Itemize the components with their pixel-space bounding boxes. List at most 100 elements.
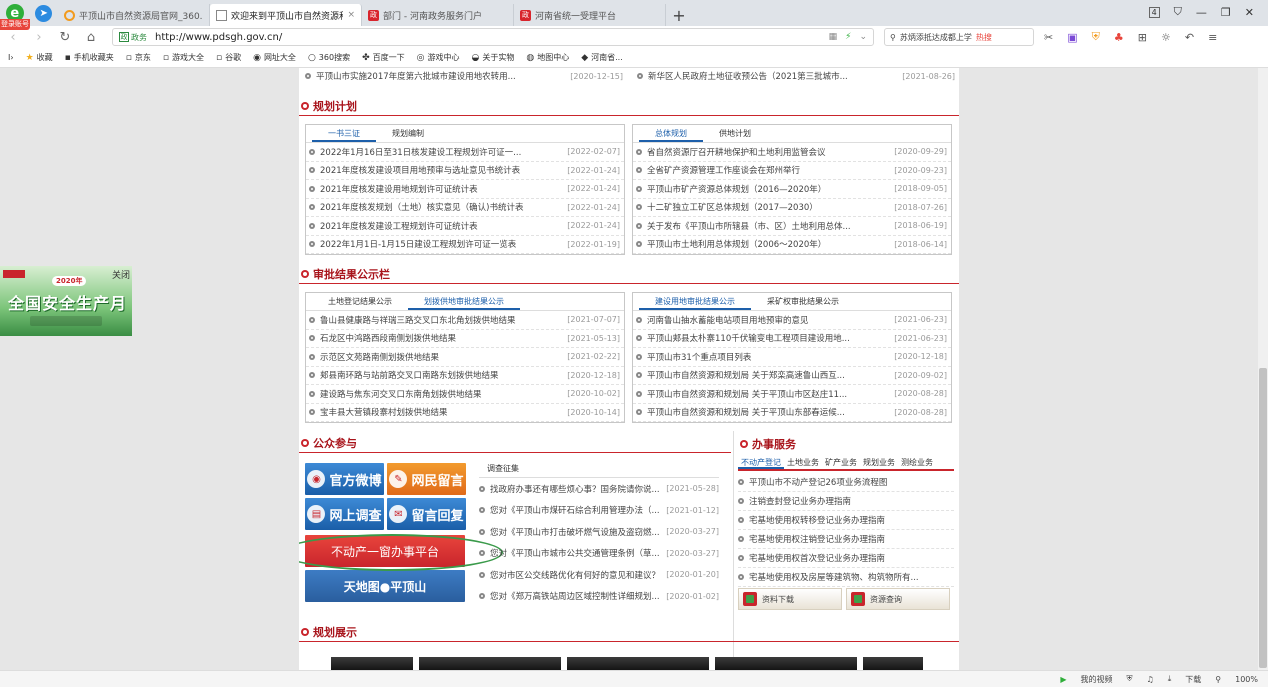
item-text[interactable]: 2021年度核发建设工程规划许可证统计表 [320, 220, 563, 232]
apps-icon[interactable]: ⊞ [1138, 31, 1147, 44]
item-text[interactable]: 宅基地使用权注销登记业务办理指南 [749, 533, 954, 545]
item-text[interactable]: 新华区人民政府土地征收预公告（2021第三批城市... [648, 70, 898, 82]
item-text[interactable]: 平顶山市实施2017年度第六批城市建设用地农转用... [316, 70, 566, 82]
page-scrollbar[interactable] [1258, 68, 1268, 670]
item-text[interactable]: 您对《平顶山市城市公共交通管理条例（草... [490, 547, 662, 559]
list-item[interactable]: 宅基地使用权转移登记业务办理指南 [738, 511, 954, 530]
scrollbar-thumb[interactable] [1259, 368, 1267, 668]
list-item[interactable]: 新华区人民政府土地征收预公告（2021第三批城市... [2021-08-26] [637, 68, 955, 84]
lightning-icon[interactable]: ⚡ [845, 32, 851, 42]
item-text[interactable]: 鲁山县健康路与祥瑞三路交叉口东北角划拨供地结果 [320, 314, 563, 326]
zoom-icon[interactable]: ⚲ [1215, 675, 1221, 684]
list-item[interactable]: 宝丰县大营镇段寨村划拨供地结果 [2020-10-14] [306, 404, 624, 422]
window-count-badge[interactable]: 4 [1148, 6, 1160, 18]
item-text[interactable]: 平顶山市自然资源和规划局 关于郑栾高速鲁山西互... [647, 369, 890, 381]
browser-tab-1[interactable]: 平顶山市自然资源局官网_360... [58, 4, 210, 26]
tab-planning-business[interactable]: 规划业务 [860, 455, 898, 469]
tianditu-button[interactable]: 天地图●平顶山 [305, 570, 465, 602]
list-item[interactable]: 平顶山市自然资源和规划局 关于平顶山市区赵庄11... [2020-08-28] [633, 385, 951, 404]
item-text[interactable]: 平顶山市不动产登记26项业务流程图 [749, 476, 954, 488]
tab-master-plan[interactable]: 总体规划 [639, 126, 703, 142]
list-item[interactable]: 全省矿产资源管理工作座谈会在郑州举行 [2020-09-23] [633, 162, 951, 180]
item-text[interactable]: 建设路与焦东河交叉口东南角划拨供地结果 [320, 388, 563, 400]
list-item[interactable]: 宅基地使用权注销登记业务办理指南 [738, 530, 954, 549]
resource-query-button[interactable]: 资源查询 [846, 588, 950, 610]
list-item[interactable]: 注销查封登记业务办理指南 [738, 492, 954, 511]
bookmark-map[interactable]: ◍ 地图中心 [526, 52, 569, 63]
bookmark-about[interactable]: ◒ 关于实物 [471, 52, 514, 63]
section-title-planning[interactable]: 规划计划 [301, 98, 357, 114]
item-text[interactable]: 找政府办事还有哪些烦心事？国务院请你说... [490, 483, 662, 495]
speaker-icon[interactable]: ♫ [1147, 675, 1154, 684]
minimize-icon[interactable]: — [1196, 6, 1207, 19]
item-text[interactable]: 石龙区中鸿路西段南侧划拨供地结果 [320, 332, 563, 344]
showcase-photo[interactable] [331, 657, 413, 670]
showcase-photo[interactable] [715, 657, 857, 670]
item-text[interactable]: 您对《平顶山市煤矸石综合利用管理办法（... [490, 504, 662, 516]
tab-allocation-approval[interactable]: 划拨供地审批结果公示 [408, 294, 520, 310]
reply-button[interactable]: ✉ 留言回复 [387, 498, 466, 530]
browser-tab-2[interactable]: 欢迎来到平顶山市自然资源和规... × [210, 4, 362, 26]
tab-survey-collection[interactable]: 调查征集 [479, 461, 527, 477]
item-text[interactable]: 宅基地使用权首次登记业务办理指南 [749, 552, 954, 564]
download-button[interactable]: 资料下载 [738, 588, 842, 610]
download-icon[interactable]: ⤓ [1168, 674, 1172, 684]
game-icon[interactable]: ♣ [1114, 31, 1124, 44]
list-item[interactable]: 建设路与焦东河交叉口东南角划拨供地结果 [2020-10-02] [306, 385, 624, 404]
item-text[interactable]: 您对《平顶山市打击破坏燃气设施及盗窃燃... [490, 526, 662, 538]
list-item[interactable]: 石龙区中鸿路西段南侧划拨供地结果 [2021-05-13] [306, 330, 624, 348]
scissors-icon[interactable]: ✂ [1044, 31, 1053, 44]
list-item[interactable]: 鲁山县健康路与祥瑞三路交叉口东北角划拨供地结果 [2021-07-07] [306, 311, 624, 330]
bookmark-henan[interactable]: ◆ 河南省... [581, 52, 623, 63]
section-title-affairs[interactable]: 办事服务 [740, 436, 796, 452]
list-item[interactable]: 宅基地使用权首次登记业务办理指南 [738, 549, 954, 568]
item-text[interactable]: 全省矿产资源管理工作座谈会在郑州举行 [647, 164, 890, 176]
item-text[interactable]: 平顶山市自然资源和规划局 关于平顶山东部春运候... [647, 406, 890, 418]
showcase-photo[interactable] [863, 657, 923, 670]
item-text[interactable]: 平顶山市31个重点项目列表 [647, 351, 890, 363]
list-item[interactable]: 2022年1月16日至31日核发建设工程规划许可证一... [2022-02-07… [306, 143, 624, 162]
bookmark-toggle-icon[interactable]: I› [8, 53, 14, 62]
item-text[interactable]: 宝丰县大营镇段寨村划拨供地结果 [320, 406, 563, 418]
item-text[interactable]: 2022年1月1日-1月15日建设工程规划许可证一览表 [320, 238, 563, 250]
list-item[interactable]: 宅基地使用权及房屋等建筑物、构筑物所有... [738, 568, 954, 587]
list-item[interactable]: 河南鲁山抽水蓄能电站项目用地预审的意见 [2021-06-23] [633, 311, 951, 330]
tab-plan-compile[interactable]: 规划编制 [376, 126, 440, 142]
showcase-photo[interactable] [419, 657, 561, 670]
item-text[interactable]: 宅基地使用权及房屋等建筑物、构筑物所有... [749, 571, 954, 583]
url-text[interactable]: http://www.pdsgh.gov.cn/ [155, 32, 829, 43]
item-text[interactable]: 您对市区公交线路优化有何好的意见和建议？ [490, 569, 662, 581]
bookmark-game-center[interactable]: ◎ 游戏中心 [417, 52, 460, 63]
url-field[interactable]: 政 政务 http://www.pdsgh.gov.cn/ ▦ ⚡ ⌄ [112, 28, 874, 46]
item-text[interactable]: 平顶山市矿产资源总体规划（2016—2020年） [647, 183, 890, 195]
bookmark-favorites[interactable]: ★ 收藏 [26, 52, 53, 63]
tab-mineral-business[interactable]: 矿产业务 [822, 455, 860, 469]
zoom-level[interactable]: 100% [1235, 675, 1258, 684]
menu-icon[interactable]: ≡ [1208, 31, 1217, 44]
list-item[interactable]: 您对《平顶山市城市公共交通管理条例（草... [2020-03-27] [479, 543, 719, 565]
shirt-icon[interactable]: ⛉ [1174, 5, 1182, 19]
list-item[interactable]: 平顶山市自然资源和规划局 关于郑栾高速鲁山西互... [2020-09-02] [633, 367, 951, 385]
grid-icon[interactable]: ▦ [829, 32, 838, 42]
search-box[interactable]: ⚲ 苏炳添抵达成都上学 热搜 [884, 28, 1034, 46]
tab-realestate-registration[interactable]: 不动产登记 [738, 455, 784, 469]
new-tab-button[interactable]: + [666, 4, 692, 26]
list-item[interactable]: 2021年度核发建设用地规划许可证统计表 [2022-01-24] [306, 180, 624, 199]
item-text[interactable]: 省自然资源厅召开耕地保护和土地利用监管会议 [647, 146, 890, 158]
list-item[interactable]: 平顶山市矿产资源总体规划（2016—2020年） [2018-09-05] [633, 180, 951, 199]
restore-icon[interactable]: ❐ [1221, 6, 1231, 19]
tab-land-supply[interactable]: 供地计划 [703, 126, 767, 142]
video-icon[interactable]: ▶ [1060, 675, 1066, 684]
ad-close-button[interactable]: 关闭 [112, 268, 130, 281]
item-text[interactable]: 关于发布《平顶山市所辖县（市、区）土地利用总体... [647, 220, 890, 232]
list-item[interactable]: 您对《平顶山市煤矸石综合利用管理办法（... [2021-01-12] [479, 500, 719, 522]
download-link[interactable]: 下载 [1185, 674, 1201, 685]
list-item[interactable]: 2022年1月1日-1月15日建设工程规划许可证一览表 [2022-01-19] [306, 236, 624, 254]
tab-one-book-three-cert[interactable]: 一书三证 [312, 126, 376, 142]
item-text[interactable]: 2021年度核发建设用地规划许可证统计表 [320, 183, 563, 195]
list-item[interactable]: 2021年度核发规划（土地）核实意见（确认)书统计表 [2022-01-24] [306, 199, 624, 217]
list-item[interactable]: 2021年度核发建设项目用地预审与选址意见书统计表 [2022-01-24] [306, 162, 624, 180]
list-item[interactable]: 平顶山市不动产登记26项业务流程图 [738, 473, 954, 492]
item-text[interactable]: 平顶山市土地利用总体规划（2006～2020年） [647, 238, 890, 250]
reload-icon[interactable]: ↻ [52, 30, 78, 45]
